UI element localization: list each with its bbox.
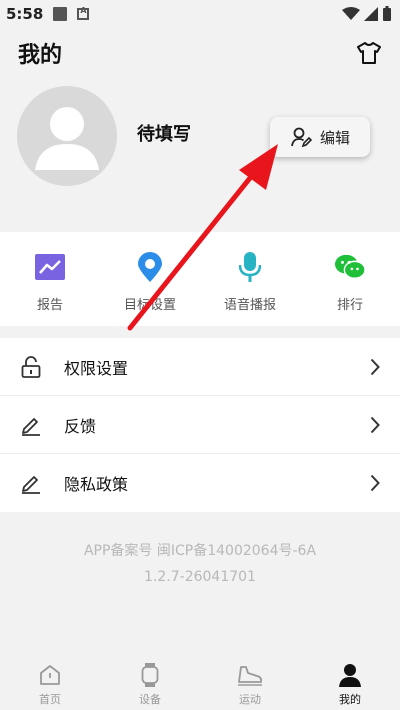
microphone-icon — [239, 252, 261, 282]
app-notification-icon — [77, 6, 90, 20]
edit-label: 编辑 — [319, 128, 350, 147]
menu-item-permissions[interactable]: 权限设置 — [0, 338, 400, 396]
person-icon — [339, 664, 361, 687]
menu-label: 权限设置 — [64, 358, 129, 378]
quick-actions: 报告 目标设置 语音播报 排行 — [0, 232, 400, 326]
tab-label: 首页 — [39, 693, 61, 706]
tab-device[interactable]: 设备 — [100, 656, 200, 710]
avatar[interactable] — [17, 86, 117, 186]
chevron-right-icon — [370, 358, 380, 375]
tab-home[interactable]: 首页 — [0, 656, 100, 710]
edit-profile-button[interactable]: 编辑 — [270, 117, 370, 157]
shoe-icon — [238, 666, 263, 686]
page-title: 我的 — [18, 43, 63, 68]
icp-record: APP备案号 闽ICP备14002064号-6A — [83, 543, 317, 559]
tab-label: 我的 — [339, 693, 361, 706]
chart-icon — [35, 254, 65, 280]
default-avatar-icon — [35, 107, 99, 170]
quick-label: 目标设置 — [123, 298, 176, 313]
settings-menu: 权限设置 反馈 隐私政策 — [0, 338, 400, 512]
tab-sport[interactable]: 运动 — [200, 656, 300, 710]
user-edit-icon — [291, 127, 312, 148]
location-pin-icon — [138, 252, 162, 282]
menu-label: 反馈 — [64, 416, 97, 436]
quick-item-rank[interactable]: 排行 — [300, 232, 400, 326]
pencil-icon — [22, 417, 40, 436]
chevron-right-icon — [370, 416, 380, 433]
quick-item-report[interactable]: 报告 — [0, 232, 100, 326]
home-icon — [40, 665, 60, 685]
menu-item-privacy[interactable]: 隐私政策 — [0, 454, 400, 512]
chevron-right-icon — [370, 474, 380, 492]
quick-item-target[interactable]: 目标设置 — [100, 232, 200, 326]
quick-label: 报告 — [36, 298, 63, 313]
tab-label: 运动 — [239, 693, 261, 706]
app-version: 1.2.7-26041701 — [144, 569, 256, 585]
quick-label: 排行 — [336, 298, 363, 313]
status-bar: 5:58 — [0, 0, 400, 28]
notification-icon — [53, 7, 68, 21]
footer-info: APP备案号 闽ICP备14002064号-6A 1.2.7-26041701 — [0, 538, 400, 590]
theme-shirt-button[interactable] — [356, 40, 382, 66]
status-time: 5:58 — [6, 5, 44, 23]
page-header: 我的 — [0, 28, 400, 78]
tab-mine[interactable]: 我的 — [300, 656, 400, 710]
battery-icon — [383, 6, 391, 21]
quick-label: 语音播报 — [223, 298, 276, 313]
unlock-icon — [21, 355, 41, 378]
username: 待填写 — [137, 124, 191, 145]
shirt-icon — [357, 42, 381, 64]
signal-icon — [364, 7, 378, 21]
watch-icon — [141, 663, 159, 687]
menu-item-feedback[interactable]: 反馈 — [0, 396, 400, 454]
wechat-icon — [335, 254, 365, 279]
tab-label: 设备 — [139, 693, 161, 706]
wifi-icon — [342, 7, 360, 20]
quick-item-voice[interactable]: 语音播报 — [200, 232, 300, 326]
menu-label: 隐私政策 — [64, 475, 129, 494]
pencil-icon — [22, 476, 40, 494]
bottom-tab-bar: 首页 设备 运动 我的 — [0, 656, 400, 710]
